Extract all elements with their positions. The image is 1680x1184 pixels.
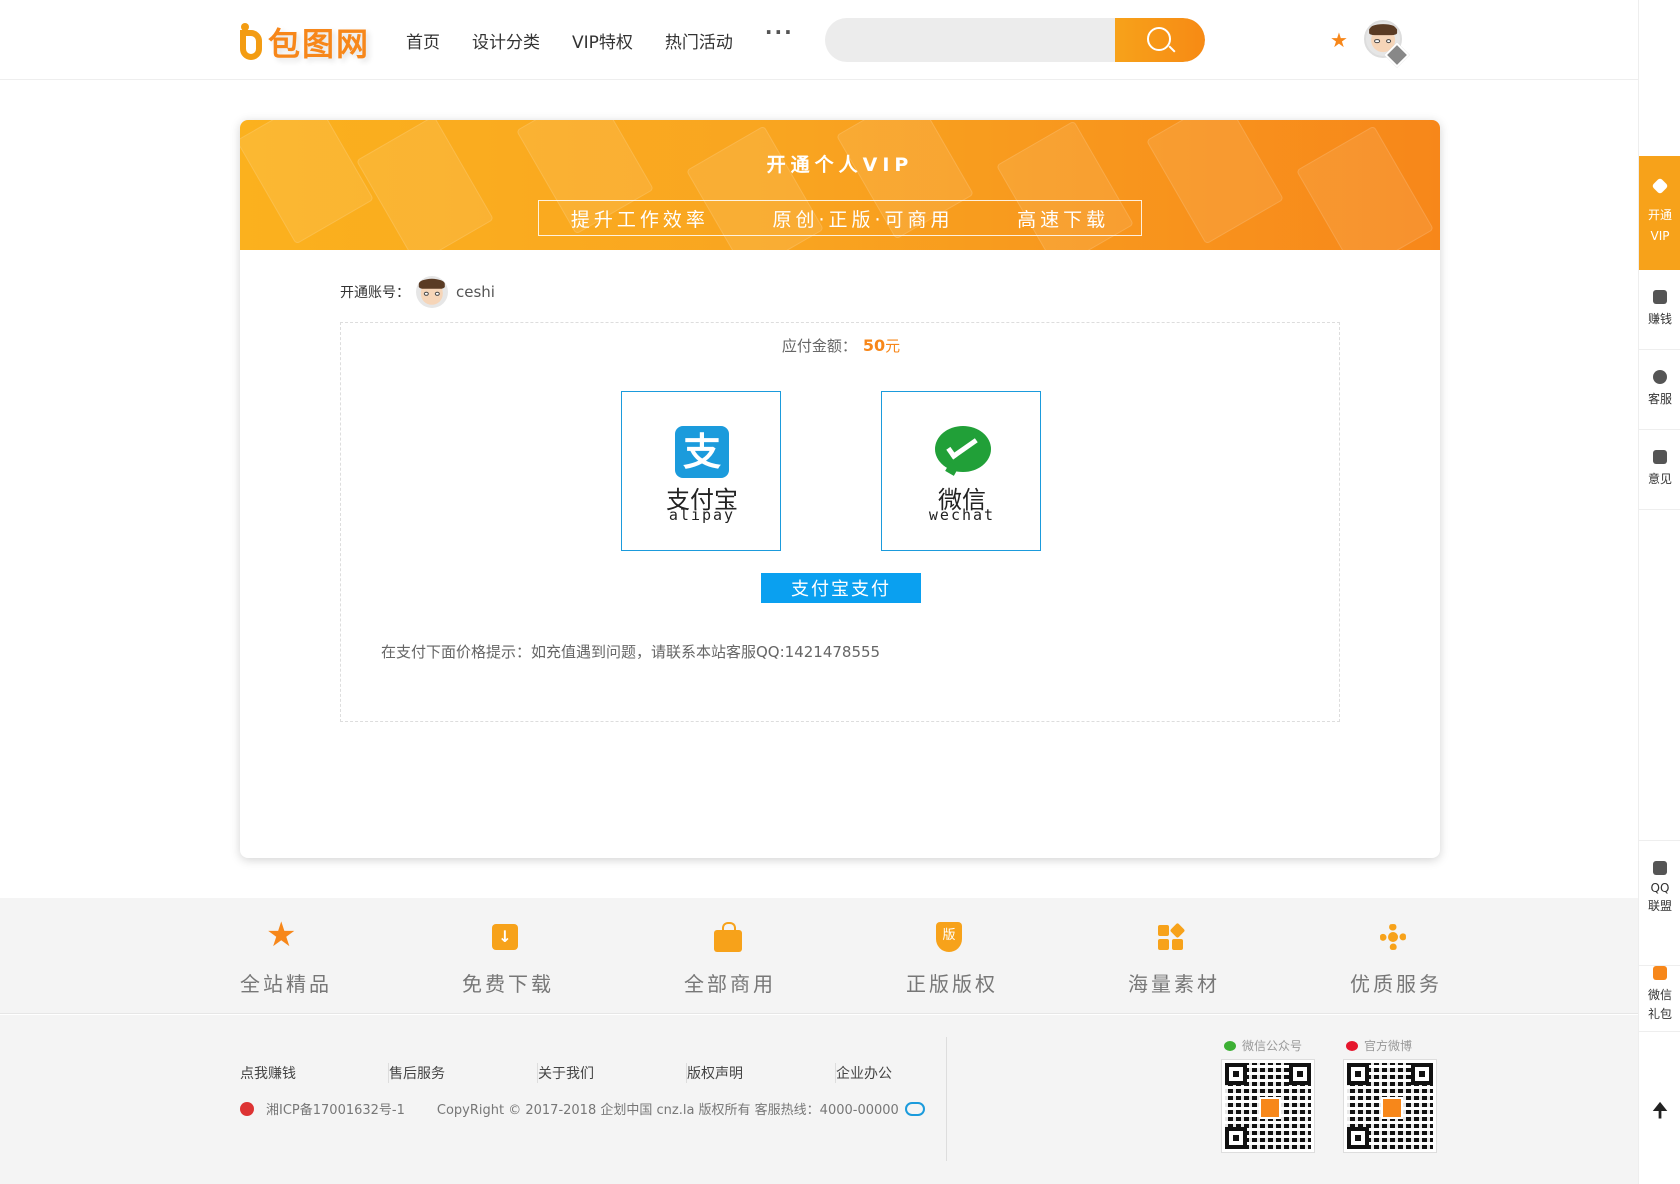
edit-icon bbox=[1653, 861, 1667, 875]
police-emblem-icon bbox=[240, 1101, 254, 1116]
sidebar-qq-alliance[interactable]: QQ 联盟 bbox=[1639, 840, 1680, 966]
footer-legal: 湘ICP备17001632号-1 CopyRight © 2017-2018 企… bbox=[240, 1099, 925, 1118]
feature-quality-service: 优质服务 bbox=[1350, 922, 1500, 997]
headset-icon bbox=[1653, 370, 1667, 384]
edit-icon bbox=[1653, 450, 1667, 464]
account-label: 开通账号： bbox=[340, 285, 410, 301]
nav-more-icon[interactable]: ··· bbox=[765, 20, 794, 53]
top-header: 包图网 首页 设计分类 VIP特权 热门活动 ··· ★ bbox=[0, 0, 1638, 80]
sidebar-customer-service[interactable]: 客服 bbox=[1639, 350, 1680, 430]
copyright-text: CopyRight © 2017-2018 企划中国 cnz.la 版权所有 客… bbox=[436, 1103, 899, 1118]
search-input[interactable] bbox=[825, 18, 1115, 62]
footer-link-about[interactable]: 关于我们 bbox=[538, 1063, 687, 1083]
wechat-qr-block: 微信公众号 bbox=[1222, 1037, 1318, 1152]
alipay-label-en: alipay bbox=[668, 506, 736, 524]
search-bar bbox=[825, 18, 1205, 62]
star-icon: ★ bbox=[266, 915, 297, 955]
payment-panel: 应付金额： 50元 支 支付宝 alipay 微信 wechat 支付宝支付 在支… bbox=[340, 322, 1340, 722]
banner-feature-original: 原创·正版·可商用 bbox=[772, 208, 954, 231]
back-to-top-icon[interactable]: 🠉 bbox=[1639, 1096, 1680, 1130]
banner-features: 提升工作效率 原创·正版·可商用 高速下载 bbox=[538, 200, 1142, 236]
footer-link-earn[interactable]: 点我赚钱 bbox=[240, 1063, 389, 1083]
banner-title: 开通个人VIP bbox=[766, 154, 914, 176]
wechat-small-icon bbox=[1224, 1040, 1236, 1051]
weibo-qr-block: 官方微博 bbox=[1344, 1037, 1440, 1152]
nav-vip-privileges[interactable]: VIP特权 bbox=[572, 28, 633, 53]
alipay-icon: 支 bbox=[675, 426, 729, 478]
nav-design-categories[interactable]: 设计分类 bbox=[472, 28, 540, 53]
sidebar-wechat-gift[interactable]: 微信 礼包 bbox=[1639, 966, 1680, 1032]
footer-links: 点我赚钱 售后服务 关于我们 版权声明 企业办公 bbox=[240, 1063, 985, 1083]
shopping-bag-icon bbox=[710, 922, 744, 956]
gift-icon bbox=[1653, 966, 1667, 980]
copyright-shield-icon: 版 bbox=[932, 922, 966, 956]
feature-massive-assets: 海量素材 bbox=[1128, 922, 1278, 997]
footer-link-enterprise[interactable]: 企业办公 bbox=[836, 1063, 985, 1083]
favorites-star-icon[interactable]: ★ bbox=[1330, 28, 1348, 52]
grid-icon bbox=[1154, 922, 1188, 956]
site-logo[interactable]: 包图网 bbox=[238, 22, 371, 63]
wechat-icon bbox=[935, 426, 991, 472]
alipay-pay-button[interactable]: 支付宝支付 bbox=[761, 573, 921, 603]
main-nav: 首页 设计分类 VIP特权 热门活动 ··· bbox=[406, 20, 826, 53]
gear-icon bbox=[1376, 922, 1410, 956]
right-float-sidebar: 开通 VIP 赚钱 客服 意见 QQ 联盟 微信 礼包 🠉 bbox=[1638, 0, 1680, 1184]
search-button[interactable] bbox=[1115, 18, 1205, 62]
nav-home[interactable]: 首页 bbox=[406, 28, 440, 53]
weibo-small-icon bbox=[1346, 1040, 1358, 1051]
nav-hot-events[interactable]: 热门活动 bbox=[665, 28, 733, 53]
banner-feature-efficiency: 提升工作效率 bbox=[570, 208, 709, 231]
amount-unit: 元 bbox=[885, 337, 901, 355]
banner-feature-download: 高速下载 bbox=[1017, 208, 1110, 231]
sidebar-feedback[interactable]: 意见 bbox=[1639, 430, 1680, 510]
wechat-qr-code bbox=[1222, 1060, 1314, 1152]
vip-purchase-card: 开通个人VIP 提升工作效率 原创·正版·可商用 高速下载 开通账号： cesh… bbox=[240, 120, 1440, 858]
handshake-icon bbox=[1653, 290, 1667, 304]
payment-tip: 在支付下面价格提示：如充值遇到问题，请联系本站客服QQ:1421478555 bbox=[381, 643, 881, 661]
account-name: ceshi bbox=[456, 283, 495, 301]
vip-banner: 开通个人VIP 提升工作效率 原创·正版·可商用 高速下载 bbox=[240, 120, 1440, 250]
amount-due: 应付金额： 50元 bbox=[341, 335, 1341, 356]
page-footer: 点我赚钱 售后服务 关于我们 版权声明 企业办公 湘ICP备17001632号-… bbox=[0, 1015, 1638, 1184]
logo-mark-icon bbox=[238, 22, 264, 62]
feature-commercial: 全部商用 bbox=[684, 922, 834, 997]
features-band: ★ 全站精品 ↓ 免费下载 全部商用 版 正版版权 海量素材 优质服务 bbox=[0, 898, 1638, 1014]
logo-text: 包图网 bbox=[268, 25, 371, 63]
feature-copyright: 版 正版版权 bbox=[906, 922, 1056, 997]
diamond-icon bbox=[1651, 177, 1669, 195]
sidebar-open-vip[interactable]: 开通 VIP bbox=[1639, 156, 1680, 270]
feature-premium: ★ 全站精品 bbox=[240, 915, 332, 996]
feature-free-download: ↓ 免费下载 bbox=[462, 922, 612, 997]
download-icon: ↓ bbox=[488, 922, 522, 956]
amount-value: 50 bbox=[862, 336, 886, 355]
wechat-option[interactable]: 微信 wechat bbox=[881, 391, 1041, 551]
wechat-label-en: wechat bbox=[928, 506, 996, 524]
sidebar-earn[interactable]: 赚钱 bbox=[1639, 270, 1680, 350]
footer-link-copyright[interactable]: 版权声明 bbox=[687, 1063, 836, 1083]
search-icon bbox=[1147, 27, 1171, 51]
account-avatar bbox=[416, 276, 448, 308]
footer-link-after-sales[interactable]: 售后服务 bbox=[389, 1063, 538, 1083]
weibo-qr-code bbox=[1344, 1060, 1436, 1152]
account-row: 开通账号： ceshi bbox=[340, 276, 495, 308]
amount-label: 应付金额： bbox=[781, 337, 857, 355]
icp-number[interactable]: 湘ICP备17001632号-1 bbox=[266, 1099, 405, 1118]
cloud-icon bbox=[904, 1101, 925, 1116]
alipay-option[interactable]: 支 支付宝 alipay bbox=[621, 391, 781, 551]
